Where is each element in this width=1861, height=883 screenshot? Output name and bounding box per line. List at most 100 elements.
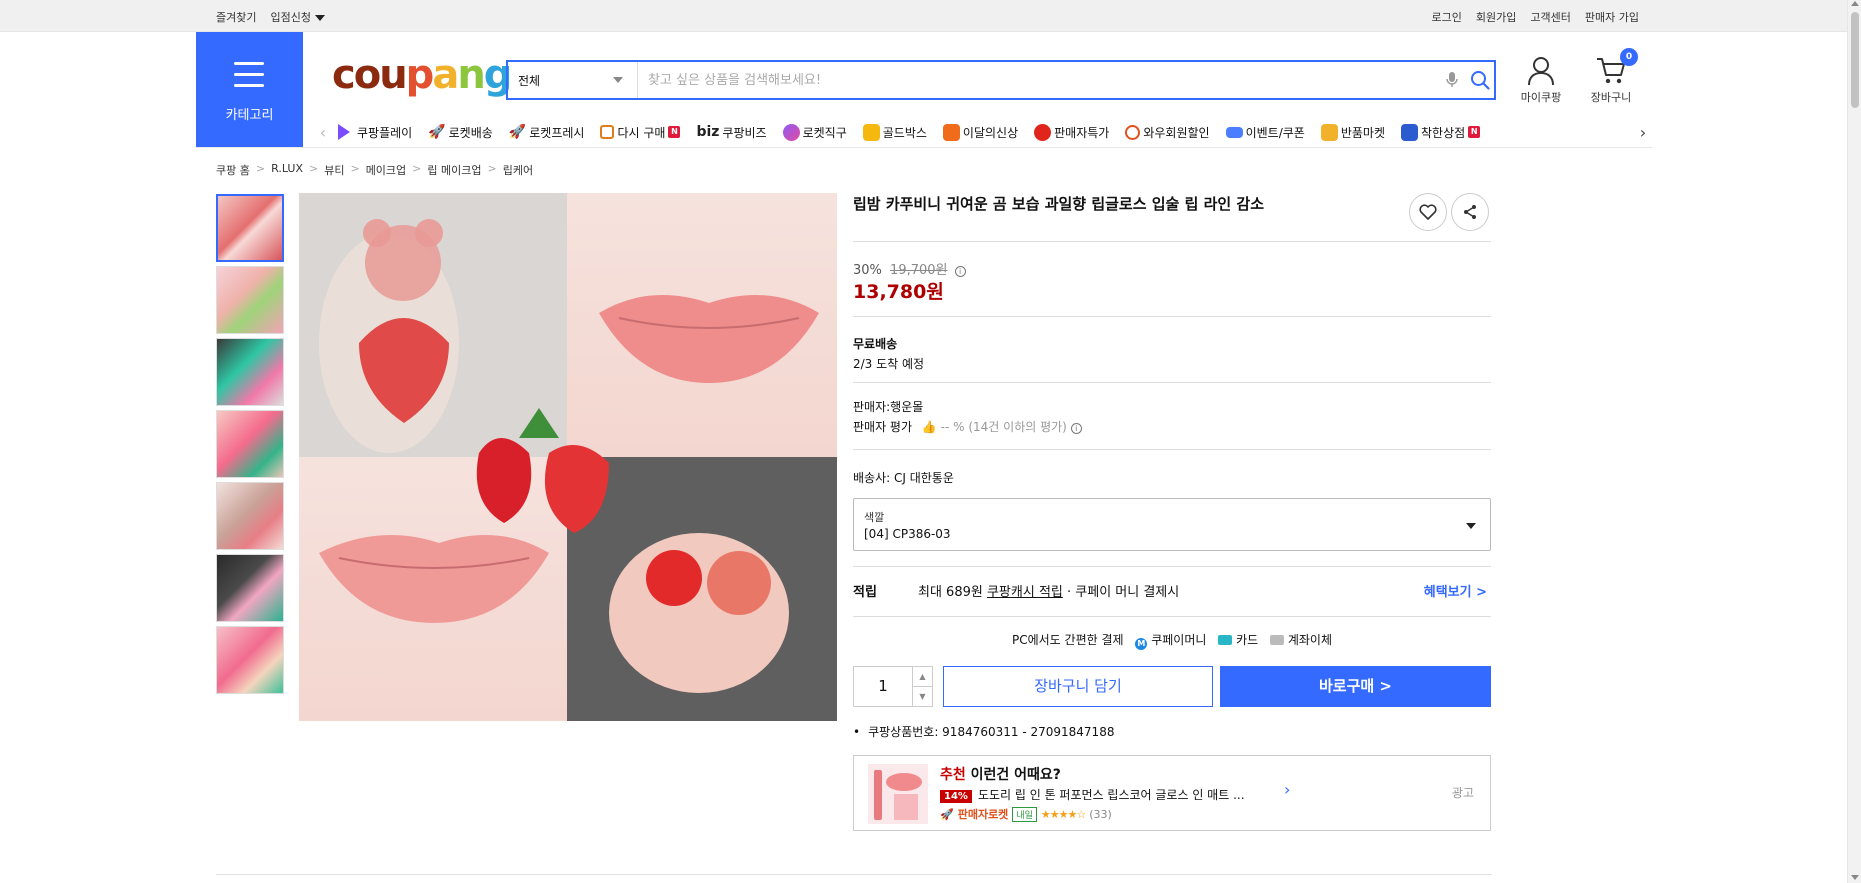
customer-center-link[interactable]: 고객센터	[1530, 9, 1570, 25]
color-option-select[interactable]: 색깔 [04] CP386-03	[853, 498, 1491, 551]
scrollbar-thumb[interactable]	[1851, 12, 1859, 108]
thumbnail-list	[216, 194, 284, 698]
breadcrumb-item[interactable]: R.LUX	[271, 162, 303, 178]
breadcrumb-item[interactable]: 메이크업	[366, 162, 406, 178]
search-input[interactable]	[638, 62, 1438, 98]
search-icon[interactable]	[1466, 62, 1494, 98]
search-category-value: 전체	[518, 73, 541, 88]
benefits-link[interactable]: 혜택보기 >	[1424, 581, 1487, 600]
info-icon[interactable]: i	[1070, 423, 1082, 434]
breadcrumb-item[interactable]: 뷰티	[324, 162, 344, 178]
nav-item-event-coupon[interactable]: 이벤트/쿠폰	[1225, 124, 1305, 141]
chevron-right-icon[interactable]: ›	[1634, 123, 1652, 142]
add-to-cart-button[interactable]: 장바구니 담기	[943, 666, 1213, 707]
chevron-down-icon	[1466, 523, 1476, 529]
wishlist-button[interactable]	[1409, 193, 1447, 231]
recommend-meta: 🚀 판매자로켓 내일 ★★★★☆ (33)	[940, 806, 1112, 822]
thumbnail[interactable]	[216, 482, 284, 550]
thumbnail[interactable]	[216, 410, 284, 478]
discount-rate: 30%	[853, 263, 882, 278]
search-bar: 전체	[506, 60, 1496, 100]
nav-item-goldbox[interactable]: 골드박스	[862, 123, 927, 141]
arrival-date: 2/3 도착 예정	[853, 357, 925, 371]
logo-part: p	[405, 52, 435, 98]
microphone-icon[interactable]	[1438, 62, 1466, 98]
breadcrumb-item[interactable]: 립 메이크업	[427, 162, 481, 178]
seller-rating-label: 판매자 평가	[853, 420, 913, 434]
buy-now-button[interactable]: 바로구매 >	[1220, 666, 1491, 707]
thumbs-up-icon: 👍	[921, 420, 937, 434]
chevron-right-icon: >	[487, 162, 497, 175]
scroll-up-icon[interactable]	[1851, 1, 1859, 6]
partner-apply-label: 입점신청	[270, 11, 311, 24]
breadcrumb-item[interactable]: 립케어	[503, 162, 533, 178]
coupang-logo[interactable]: coupang	[332, 52, 512, 98]
nav-item-label: 로켓직구	[802, 125, 847, 140]
nav-item-rocket-delivery[interactable]: 🚀 로켓배송	[428, 124, 493, 141]
nav-item-label: 반품마켓	[1340, 125, 1385, 140]
nav-item-label: 로켓프레시	[529, 125, 585, 140]
discount-line: 30% 19,700원 i	[853, 259, 966, 278]
payment-title: PC에서도 간편한 결제	[1011, 633, 1124, 647]
cart-label: 장바구니	[1590, 91, 1632, 104]
recommend-card[interactable]: 추천 이런건 어때요? 14% 도도리 립 인 톤 퍼포먼스 립스코어 글로스 인…	[853, 755, 1491, 831]
nav-item-wow-discount[interactable]: 와우회원할인	[1125, 124, 1210, 141]
increment-icon[interactable]: ▲	[913, 667, 932, 687]
scrollbar[interactable]	[1847, 0, 1861, 883]
nav-item-rocket-fresh[interactable]: 🚀 로켓프레시	[509, 124, 585, 141]
nav-item-seller-deal[interactable]: 판매자특가	[1034, 123, 1109, 141]
thumbnail[interactable]	[216, 194, 284, 262]
nav-item-good-store[interactable]: 착한상점 N	[1401, 123, 1481, 141]
good-store-icon	[1401, 123, 1418, 141]
seller-signup-link[interactable]: 판매자 가입	[1585, 9, 1639, 25]
nav-item-label: 로켓배송	[448, 125, 493, 140]
share-button[interactable]	[1451, 193, 1489, 231]
chevron-right-icon: >	[412, 162, 422, 175]
thumbnail[interactable]	[216, 554, 284, 622]
divider	[853, 382, 1491, 383]
nav-item-monthly-new[interactable]: 이달의신상	[942, 123, 1019, 141]
hamburger-icon	[234, 62, 264, 95]
shipping-title: 무료배송	[853, 337, 898, 351]
info-icon[interactable]: i	[954, 266, 966, 277]
quantity-input[interactable]: 1	[854, 667, 912, 706]
nav-item-coupang-biz[interactable]: biz 쿠팡비즈	[696, 124, 766, 141]
bookmark-link[interactable]: 즐겨찾기	[216, 9, 256, 25]
scroll-down-icon[interactable]	[1851, 875, 1859, 880]
coupang-cash-link[interactable]: 쿠팡캐시 적립	[987, 585, 1063, 600]
breadcrumb-item[interactable]: 쿠팡 홈	[216, 162, 250, 178]
sale-price: 13,780원	[853, 281, 944, 303]
divider	[853, 616, 1491, 617]
login-link[interactable]: 로그인	[1432, 9, 1462, 25]
thumbnail[interactable]	[216, 626, 284, 694]
chevron-left-icon[interactable]: ‹	[314, 123, 332, 142]
signup-link[interactable]: 회원가입	[1476, 9, 1516, 25]
mypage-label: 마이쿠팡	[1520, 91, 1562, 104]
chevron-right-icon[interactable]: ›	[1284, 780, 1290, 799]
category-nav: ‹ 쿠팡플레이 🚀 로켓배송 🚀 로켓프레시 다시 구매 N biz 쿠팡비즈 …	[314, 118, 1652, 146]
play-icon	[338, 124, 350, 140]
category-menu-button[interactable]: 카테고리	[196, 32, 303, 147]
nav-item-rocket-global[interactable]: 로켓직구	[782, 123, 847, 141]
nav-item-return-market[interactable]: 반품마켓	[1320, 123, 1385, 141]
product-main-image[interactable]	[299, 193, 837, 721]
partner-apply-link[interactable]: 입점신청	[270, 9, 325, 25]
recommend-title-rest: 이런건 어때요?	[965, 767, 1061, 783]
original-price: 19,700원	[890, 263, 948, 278]
payment-card: 카드	[1236, 633, 1259, 647]
nav-item-rebuy[interactable]: 다시 구매 N	[600, 124, 681, 141]
thumbnail[interactable]	[216, 338, 284, 406]
nav-item-coupang-play[interactable]: 쿠팡플레이	[338, 124, 412, 141]
seller-name[interactable]: 판매자:행운몰	[853, 398, 923, 415]
biz-icon: biz	[696, 124, 720, 140]
recommend-name: 도도리 립 인 톤 퍼포먼스 립스코어 글로스 인 매트 ...	[977, 788, 1245, 802]
nav-item-label: 이달의신상	[962, 125, 1019, 140]
decrement-icon[interactable]: ▼	[913, 687, 932, 706]
thumbnail[interactable]	[216, 266, 284, 334]
nav-item-label: 다시 구매	[617, 125, 666, 140]
mypage-button[interactable]: 마이쿠팡	[1516, 56, 1566, 105]
goldbox-icon	[862, 123, 880, 141]
search-category-select[interactable]: 전체	[508, 62, 638, 98]
cart-button[interactable]: 0 장바구니	[1586, 48, 1638, 105]
chevron-right-icon: >	[309, 162, 319, 175]
